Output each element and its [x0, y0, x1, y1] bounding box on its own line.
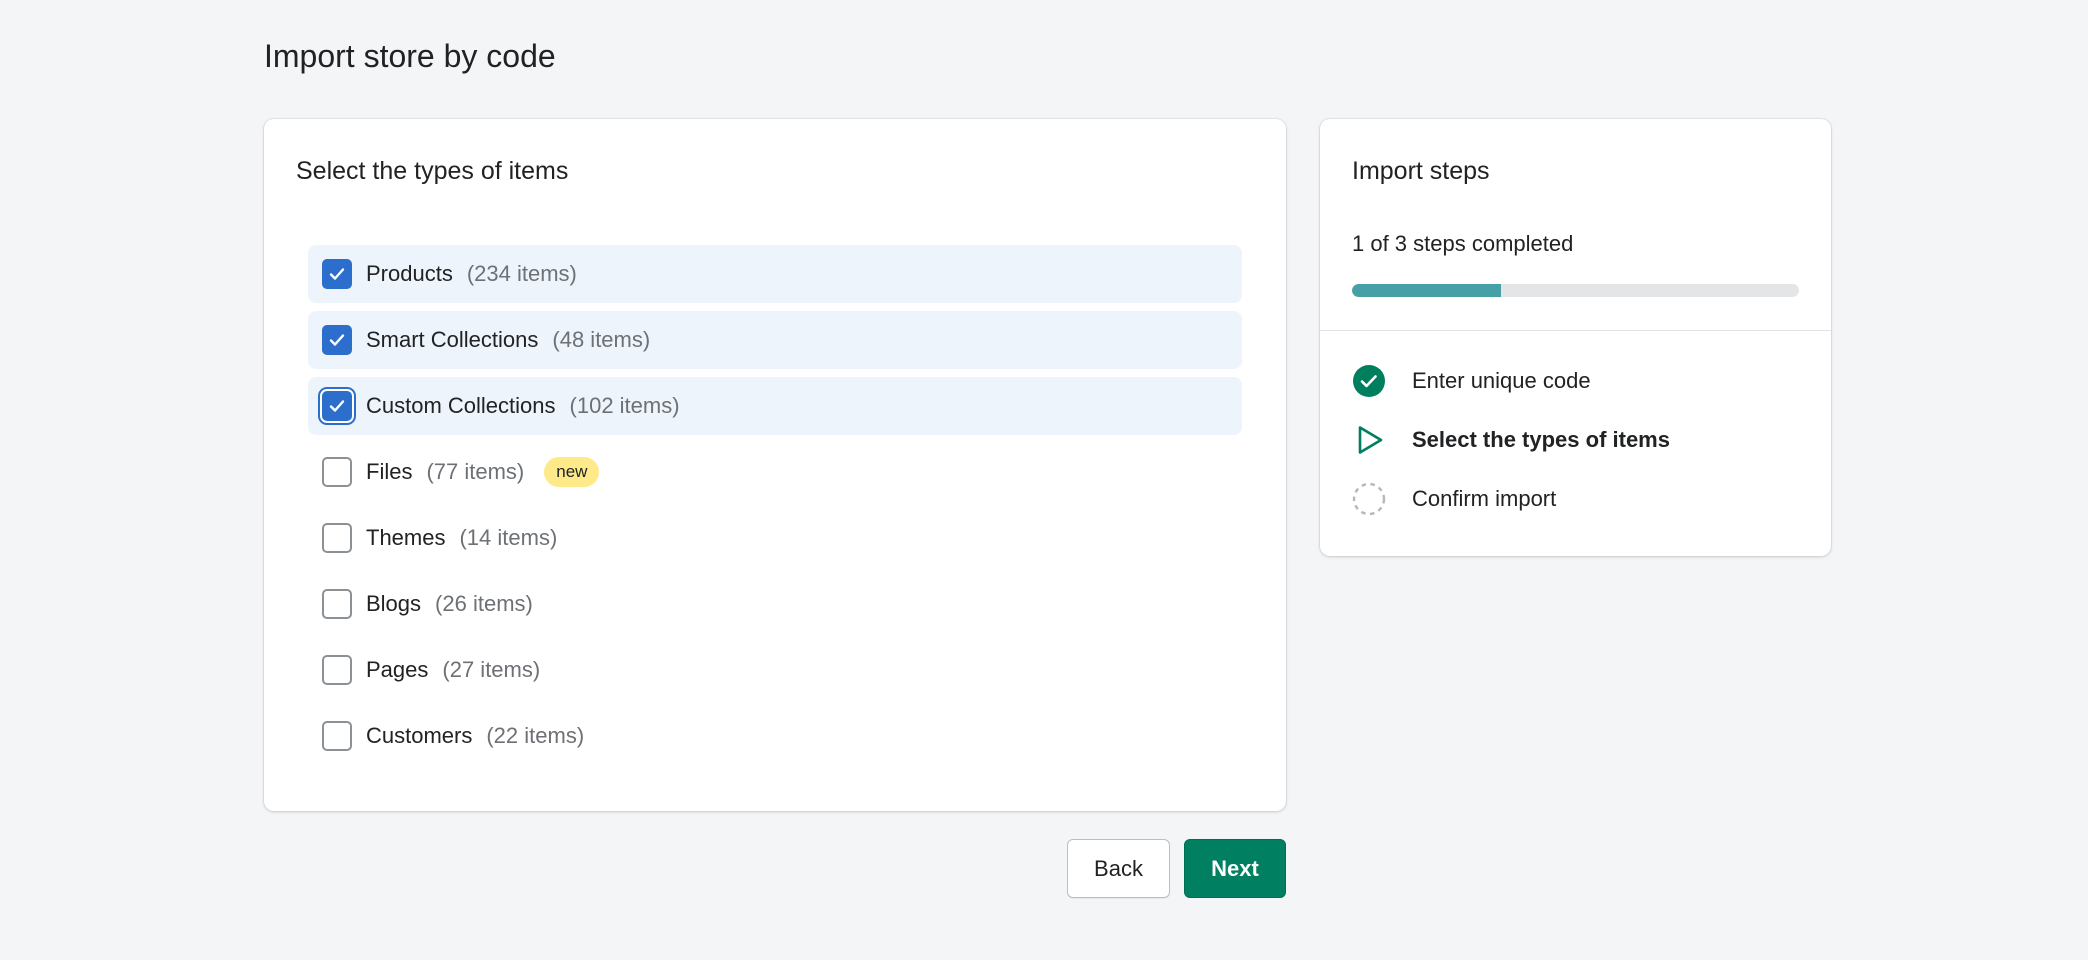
smart-collections-checkbox[interactable]: [322, 325, 352, 355]
item-count: (48 items): [552, 327, 651, 352]
item-label: Products: [366, 261, 453, 286]
step-label: Select the types of items: [1412, 427, 1670, 452]
item-label: Custom Collections: [366, 393, 556, 418]
files-checkbox[interactable]: [322, 457, 352, 487]
play-icon: [1352, 423, 1386, 457]
check-icon: [329, 400, 345, 412]
step-label: Confirm import: [1412, 486, 1557, 511]
blogs-checkbox[interactable]: [322, 589, 352, 619]
new-badge: new: [544, 457, 600, 487]
products-checkbox[interactable]: [322, 259, 352, 289]
check-icon: [329, 334, 345, 346]
item-blogs[interactable]: Blogs (26 items): [308, 575, 1242, 633]
item-pages[interactable]: Pages (27 items): [308, 641, 1242, 699]
item-products[interactable]: Products (234 items): [308, 245, 1242, 303]
steps-progress-bar: [1352, 284, 1799, 297]
next-button[interactable]: Next: [1184, 839, 1286, 898]
item-types-title: Select the types of items: [296, 157, 569, 185]
item-label: Smart Collections: [366, 327, 539, 352]
item-customers[interactable]: Customers (22 items): [308, 707, 1242, 765]
step-label: Enter unique code: [1412, 368, 1591, 393]
step-enter-unique-code: Enter unique code: [1352, 364, 1591, 398]
item-count: (234 items): [466, 261, 577, 286]
check-icon: [329, 268, 345, 280]
steps-progress-text: 1 of 3 steps completed: [1352, 231, 1574, 256]
step-confirm-import: Confirm import: [1352, 482, 1556, 516]
item-count: (14 items): [459, 525, 558, 550]
item-label: Files: [366, 459, 413, 484]
check-circle-icon: [1352, 364, 1386, 398]
item-count: (27 items): [442, 657, 541, 682]
step-select-types: Select the types of items: [1352, 423, 1670, 457]
item-label: Customers: [366, 723, 473, 748]
dashed-circle-icon: [1352, 482, 1386, 516]
item-label: Blogs: [366, 591, 422, 616]
pages-checkbox[interactable]: [322, 655, 352, 685]
item-label: Pages: [366, 657, 429, 682]
item-count: (26 items): [435, 591, 533, 616]
item-count: (77 items): [426, 459, 525, 484]
page-title: Import store by code: [264, 38, 556, 74]
steps-progress-fill: [1352, 284, 1501, 297]
back-button[interactable]: Back: [1067, 839, 1170, 898]
themes-checkbox[interactable]: [322, 523, 352, 553]
import-steps-card: Import steps 1 of 3 steps completed Ente…: [1320, 119, 1831, 556]
customers-checkbox[interactable]: [322, 721, 352, 751]
item-files[interactable]: Files (77 items) new: [308, 443, 1242, 501]
import-steps-title: Import steps: [1352, 157, 1490, 185]
divider: [1320, 330, 1831, 331]
item-count: (22 items): [486, 723, 585, 748]
item-count: (102 items): [569, 393, 680, 418]
item-types-card: Select the types of items Products (234 …: [264, 119, 1286, 811]
item-custom-collections[interactable]: Custom Collections (102 items): [308, 377, 1242, 435]
item-types-list: Products (234 items) Smart Collections (…: [308, 245, 1242, 773]
custom-collections-checkbox[interactable]: [322, 391, 352, 421]
item-themes[interactable]: Themes (14 items): [308, 509, 1242, 567]
item-smart-collections[interactable]: Smart Collections (48 items): [308, 311, 1242, 369]
item-label: Themes: [366, 525, 446, 550]
